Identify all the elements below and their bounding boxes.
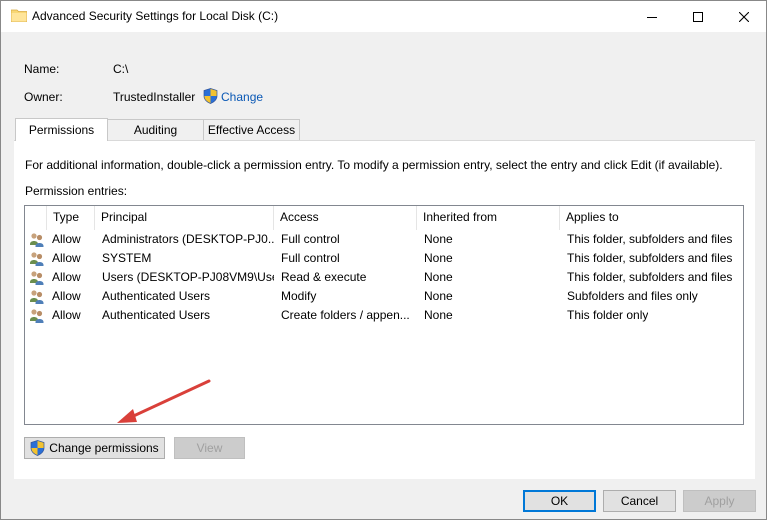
window-title: Advanced Security Settings for Local Dis… [32, 9, 279, 23]
tab-permissions[interactable]: Permissions [15, 118, 108, 141]
maximize-icon [693, 11, 703, 22]
row-inherited-from: None [424, 232, 453, 246]
tab-effective-access-label: Effective Access [207, 123, 296, 137]
column-header-access[interactable]: Access [274, 206, 417, 230]
security-settings-window: Advanced Security Settings for Local Dis… [0, 0, 767, 520]
column-header-type[interactable]: Type [47, 206, 95, 230]
row-access: Full control [281, 232, 340, 246]
annotation-arrow [117, 379, 211, 423]
view-button[interactable]: View [174, 437, 245, 459]
row-access: Full control [281, 251, 340, 265]
row-type: Allow [52, 289, 81, 303]
users-icon [30, 309, 44, 323]
ok-button[interactable]: OK [523, 490, 596, 512]
users-icon [30, 233, 44, 247]
row-access: Create folders / appen... [281, 308, 410, 322]
name-value: C:\ [113, 62, 129, 76]
change-permissions-button[interactable]: Change permissions [24, 437, 165, 459]
ok-label: OK [550, 494, 569, 508]
column-header-applies-to[interactable]: Applies to [560, 206, 743, 230]
owner-label: Owner: [24, 90, 63, 104]
row-applies-to: This folder, subfolders and files [567, 251, 733, 265]
minimize-icon [647, 16, 657, 18]
row-principal: Authenticated Users [102, 308, 211, 322]
row-applies-to: This folder, subfolders and files [567, 270, 733, 284]
folder-icon [11, 9, 27, 22]
row-principal: Authenticated Users [102, 289, 211, 303]
table-row[interactable]: Allow Users (DESKTOP-PJ08VM9\Use... Read… [25, 268, 743, 287]
cancel-button[interactable]: Cancel [603, 490, 676, 512]
row-inherited-from: None [424, 251, 453, 265]
row-inherited-from: None [424, 270, 453, 284]
row-type: Allow [52, 308, 81, 322]
column-header-icon [25, 206, 47, 230]
table-row[interactable]: Allow Administrators (DESKTOP-PJ0... Ful… [25, 230, 743, 249]
owner-change-link[interactable]: Change [221, 90, 263, 104]
users-icon [30, 252, 44, 266]
cancel-label: Cancel [620, 494, 659, 508]
tab-permissions-label: Permissions [28, 123, 95, 137]
name-label: Name: [24, 62, 60, 76]
users-icon [30, 271, 44, 285]
row-type: Allow [52, 251, 81, 265]
instructions-text: For additional information, double-click… [25, 158, 723, 172]
close-button[interactable] [721, 1, 766, 32]
row-access: Read & execute [281, 270, 367, 284]
tab-auditing-label: Auditing [133, 123, 178, 137]
maximize-button[interactable] [675, 1, 721, 32]
owner-value: TrustedInstaller [113, 90, 196, 104]
tab-auditing[interactable]: Auditing [107, 119, 204, 141]
table-row[interactable]: Allow Authenticated Users Modify None Su… [25, 287, 743, 306]
uac-shield-icon [203, 88, 218, 104]
uac-shield-icon [30, 440, 45, 456]
row-inherited-from: None [424, 308, 453, 322]
minimize-button[interactable] [629, 1, 675, 32]
row-applies-to: This folder, subfolders and files [567, 232, 733, 246]
users-icon [30, 290, 44, 304]
row-principal: Administrators (DESKTOP-PJ0... [102, 232, 274, 246]
row-principal: Users (DESKTOP-PJ08VM9\Use... [102, 270, 274, 284]
apply-button[interactable]: Apply [683, 490, 756, 512]
view-label: View [196, 441, 223, 455]
row-applies-to: This folder only [567, 308, 649, 322]
row-type: Allow [52, 232, 81, 246]
column-header-principal[interactable]: Principal [95, 206, 274, 230]
row-access: Modify [281, 289, 317, 303]
title-bar[interactable]: Advanced Security Settings for Local Dis… [1, 1, 766, 32]
tab-effective-access[interactable]: Effective Access [203, 119, 300, 141]
permission-entries-label: Permission entries: [25, 184, 128, 198]
row-principal: SYSTEM [102, 251, 152, 265]
apply-label: Apply [704, 494, 735, 508]
column-header-inherited-from[interactable]: Inherited from [417, 206, 560, 230]
row-type: Allow [52, 270, 81, 284]
table-row[interactable]: Allow Authenticated Users Create folders… [25, 306, 743, 325]
table-row[interactable]: Allow SYSTEM Full control None This fold… [25, 249, 743, 268]
close-icon [739, 11, 749, 22]
row-applies-to: Subfolders and files only [567, 289, 698, 303]
row-inherited-from: None [424, 289, 453, 303]
change-permissions-label: Change permissions [49, 441, 159, 455]
